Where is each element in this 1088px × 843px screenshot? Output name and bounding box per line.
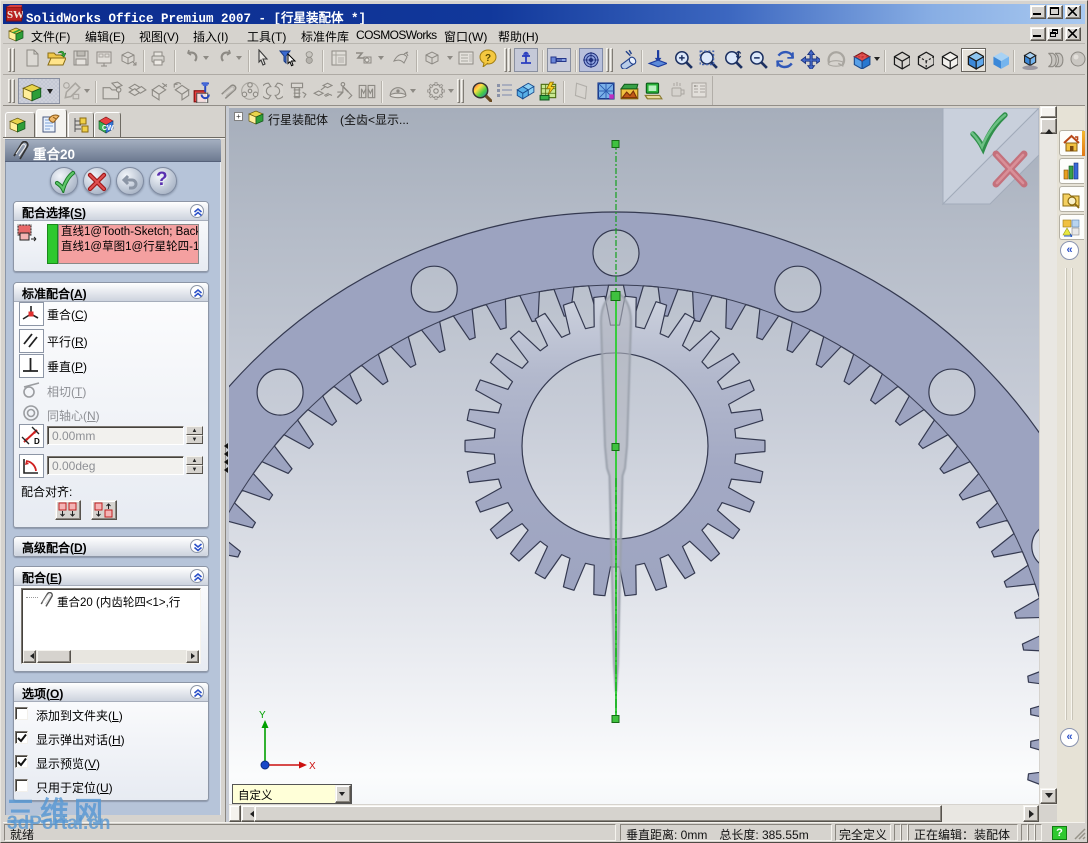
svg-text:X: X [309, 761, 316, 772]
svg-text:Y: Y [259, 710, 266, 721]
svg-text:D: D [34, 437, 40, 446]
svg-text:CW: CW [102, 125, 114, 132]
svg-text:SW: SW [7, 9, 23, 21]
svg-text:?: ? [485, 53, 491, 64]
